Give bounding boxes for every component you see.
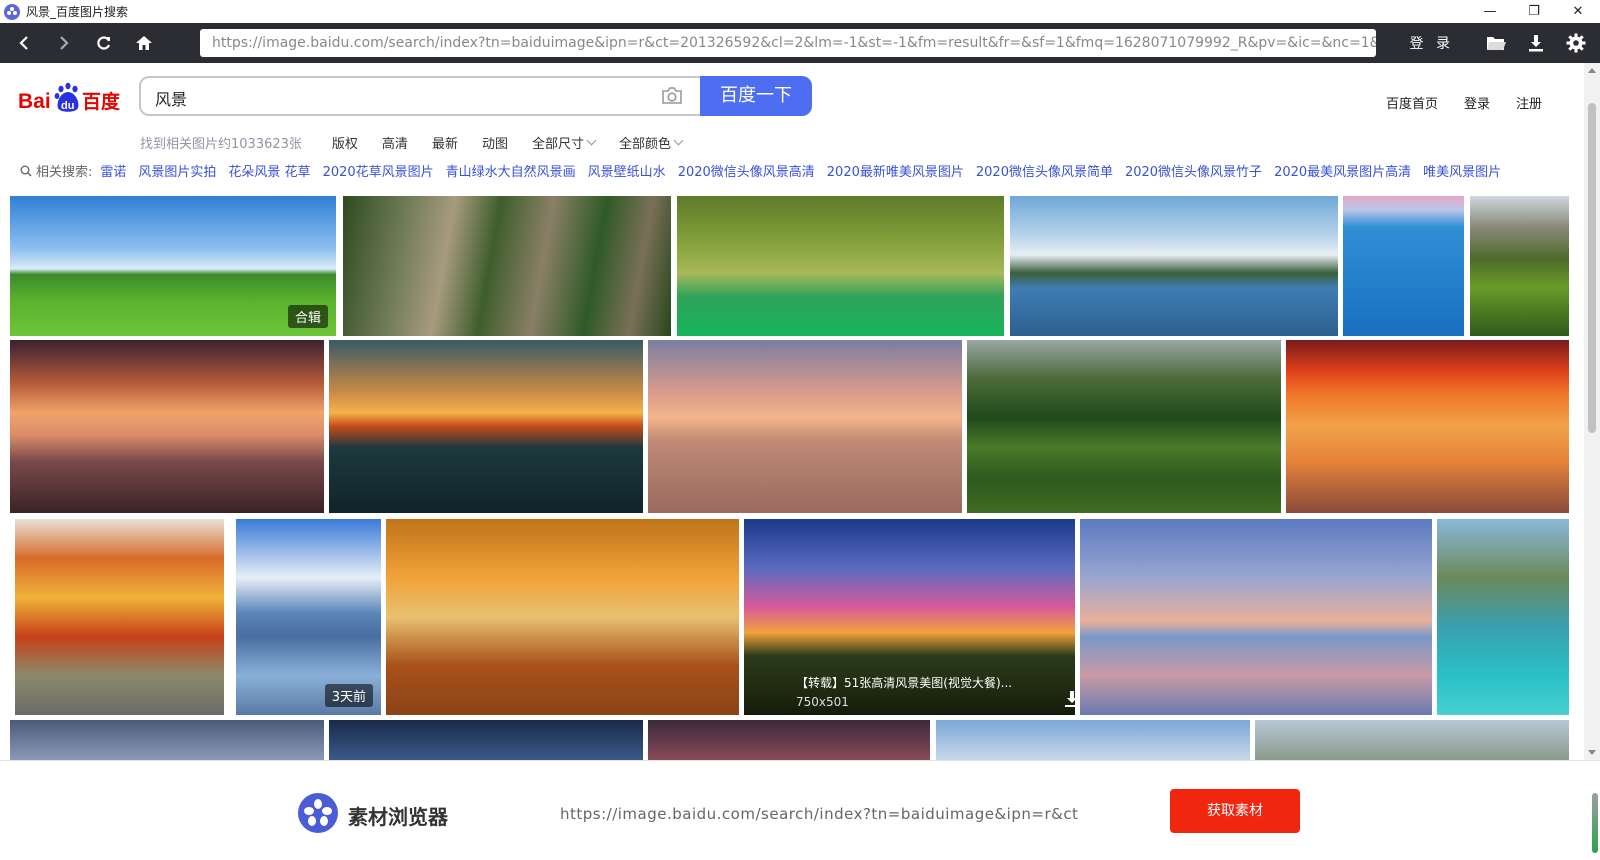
image-grid: 合辑 3天前 【转载】51张高清风景美图(视觉大餐)... 750x501 [0,63,1584,760]
image-tile[interactable] [1080,519,1432,715]
image-tile[interactable] [936,720,1250,760]
home-icon [136,36,152,50]
refresh-button[interactable] [84,23,124,63]
folder-icon [1487,37,1506,50]
image-tile[interactable] [677,196,1004,336]
browser-toolbar: https://image.baidu.com/search/index?tn=… [0,23,1600,63]
image-tile[interactable] [329,340,643,513]
back-button[interactable] [4,23,44,63]
toolbar-login-button[interactable]: 登 录 [1410,33,1454,53]
close-button[interactable]: ✕ [1556,0,1600,23]
refresh-icon [97,36,111,50]
forward-button[interactable] [44,23,84,63]
settings-button[interactable] [1556,23,1596,63]
image-tile[interactable] [1255,720,1569,760]
hover-info: 【转载】51张高清风景美图(视觉大餐)... 750x501 [744,655,1075,715]
image-tile[interactable]: 【转载】51张高清风景美图(视觉大餐)... 750x501 [744,519,1075,715]
download-icon [1529,35,1543,52]
image-tile[interactable] [648,340,962,513]
window-title: 风景_百度图片搜索 [26,5,129,19]
image-tile[interactable] [1343,196,1464,336]
maximize-button[interactable]: ❐ [1512,0,1556,23]
scrollbar-thumb[interactable] [1588,103,1596,433]
image-tile[interactable] [648,720,930,760]
gear-icon [1566,33,1586,53]
material-browser-logo [298,793,338,833]
hover-title: 【转载】51张高清风景美图(视觉大餐)... [796,676,1013,690]
image-tile[interactable] [1470,196,1569,336]
days-ago-badge: 3天前 [324,684,373,707]
collection-badge: 合辑 [287,305,328,328]
image-tile[interactable] [386,519,739,715]
image-tile[interactable] [1010,196,1338,336]
window-titlebar: 风景_百度图片搜索 — ❐ ✕ [0,0,1600,23]
current-url-text: https://image.baidu.com/search/index?tn=… [560,805,1079,823]
download-icon[interactable] [1062,689,1075,709]
image-tile[interactable]: 3天前 [236,519,381,715]
image-tile[interactable] [10,720,324,760]
back-arrow-icon [19,36,28,50]
forward-arrow-icon [60,36,69,50]
scroll-up-arrow-icon[interactable] [1588,68,1596,73]
page-viewport: Bai du 百度 风景 百度一下 百度首页 登录 注册 找到相关图片约1033… [0,63,1584,760]
image-tile[interactable] [967,340,1281,513]
material-browser-name: 素材浏览器 [348,805,448,829]
image-tile[interactable]: 合辑 [10,196,336,336]
page-scrollbar[interactable] [1584,63,1600,760]
scroll-down-arrow-icon[interactable] [1588,750,1596,755]
home-button[interactable] [124,23,164,63]
image-tile[interactable] [10,340,324,513]
get-material-button[interactable]: 获取素材 [1170,789,1300,833]
image-tile[interactable] [343,196,671,336]
download-button[interactable] [1516,23,1556,63]
image-tile[interactable] [1437,519,1569,715]
app-logo-icon [4,3,20,20]
image-tile[interactable] [15,519,224,715]
address-bar[interactable]: https://image.baidu.com/search/index?tn=… [200,29,1376,57]
image-tile[interactable] [329,720,643,760]
status-indicator [1592,793,1598,853]
material-browser-bar: 素材浏览器 https://image.baidu.com/search/ind… [0,760,1600,860]
hover-dimensions: 750x501 [796,695,849,709]
open-folder-button[interactable] [1476,23,1516,63]
image-tile[interactable] [1286,340,1569,513]
minimize-button[interactable]: — [1468,0,1512,23]
